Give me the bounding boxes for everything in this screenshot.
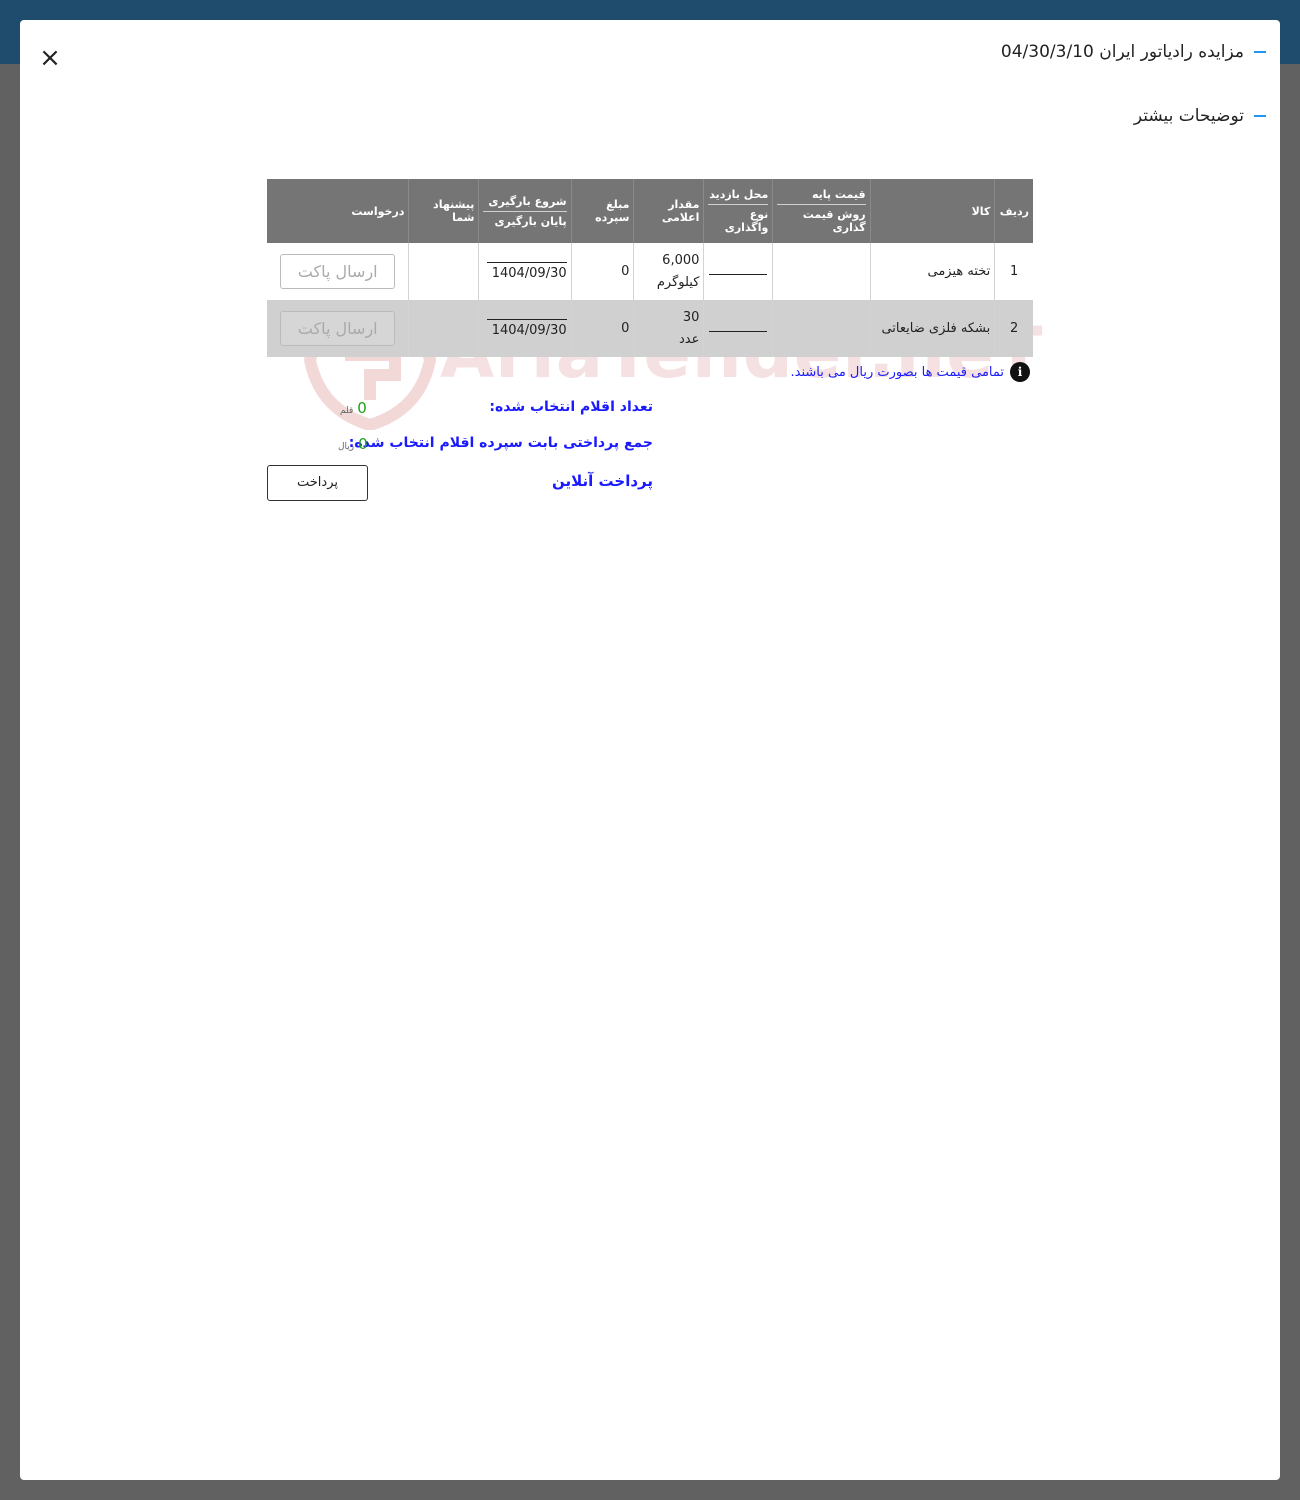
- row-item: بشکه فلزی ضایعاتی: [869, 300, 995, 357]
- total-deposit: 0 ریال: [338, 435, 368, 453]
- total-deposit-label: جمع پرداختی بابت سپرده اقلام انتخاب شده:: [348, 435, 653, 451]
- col-announced-qty: مقدار اعلامی: [633, 179, 704, 243]
- row-loading: 1404/09/30: [478, 300, 572, 357]
- table-header-row: ردیف کالا قیمت پایه روش قیمت گذاری محل ب…: [267, 179, 1033, 243]
- row-no: 2: [994, 300, 1033, 357]
- selected-count-value: 0: [357, 399, 367, 417]
- loading-start-line: [486, 319, 567, 320]
- row-visit-place: [703, 300, 773, 357]
- dash-icon: [1254, 51, 1266, 53]
- modal-title: مزایده رادیاتور ایران 04/30/3/10: [1001, 42, 1266, 62]
- modal-title-text: مزایده رادیاتور ایران 04/30/3/10: [1000, 42, 1244, 62]
- row-qty-value: 30: [682, 309, 700, 325]
- currency-note: i تمامی قیمت ها بصورت ریال می باشند.: [790, 362, 1030, 382]
- row-base-price: [772, 300, 871, 357]
- row-qty: 30 عدد: [633, 300, 704, 357]
- row-loading-end: 1404/09/30: [491, 323, 567, 338]
- row-qty-unit: کیلوگرم: [656, 274, 700, 290]
- col-base-price-label: قیمت پایه: [777, 188, 866, 205]
- items-table: ردیف کالا قیمت پایه روش قیمت گذاری محل ب…: [267, 179, 1033, 357]
- col-row-no: ردیف: [994, 179, 1033, 243]
- online-payment-label: پرداخت آنلاین: [551, 472, 653, 490]
- col-base-price: قیمت پایه روش قیمت گذاری: [772, 179, 871, 243]
- col-assignment-type-label: نوع واگذاری: [724, 208, 769, 234]
- col-item: کالا: [869, 179, 995, 243]
- send-envelope-button[interactable]: ارسال پاکت: [280, 311, 396, 346]
- table-row: 2 بشکه فلزی ضایعاتی 30 عدد 0 1404/09/30 …: [267, 300, 1033, 357]
- currency-note-text: تمامی قیمت ها بصورت ریال می باشند.: [790, 364, 1005, 380]
- more-details-label: توضیحات بیشتر: [1133, 106, 1244, 126]
- selected-count-unit: قلم: [340, 406, 354, 416]
- row-your-offer: [408, 300, 479, 357]
- total-deposit-unit: ریال: [338, 442, 355, 452]
- row-no: 1: [994, 243, 1033, 300]
- pay-button[interactable]: پرداخت: [267, 465, 368, 501]
- col-loading-start-label: شروع بارگیری: [483, 195, 567, 212]
- row-item: تخته هیزمی: [869, 243, 995, 300]
- col-loading-end-label: پایان بارگیری: [494, 214, 567, 228]
- info-icon: i: [1010, 362, 1030, 382]
- col-pricing-method-label: روش قیمت گذاری: [802, 208, 866, 234]
- row-your-offer: [408, 243, 479, 300]
- loading-start-line: [486, 262, 567, 263]
- dash-icon: [1254, 115, 1266, 117]
- row-visit-place: [703, 243, 773, 300]
- row-request: ارسال پاکت: [267, 300, 409, 357]
- row-qty-unit: عدد: [679, 331, 700, 347]
- empty-line: [709, 274, 768, 275]
- row-base-price: [772, 243, 871, 300]
- row-deposit: 0: [570, 300, 634, 357]
- row-qty: 6,000 کیلوگرم: [633, 243, 704, 300]
- more-details-toggle[interactable]: توضیحات بیشتر: [1134, 106, 1266, 126]
- row-qty-value: 6,000: [662, 252, 700, 268]
- selected-count: 0 قلم: [340, 399, 367, 417]
- col-your-offer: پیشنهاد شما: [408, 179, 479, 243]
- col-deposit: مبلغ سپرده: [570, 179, 634, 243]
- row-loading-end: 1404/09/30: [491, 266, 567, 281]
- auction-details-modal: × مزایده رادیاتور ایران 04/30/3/10 توضیح…: [20, 20, 1280, 1480]
- col-visit-place-label: محل بازدید: [708, 188, 769, 205]
- close-icon[interactable]: ×: [38, 45, 62, 71]
- table-row: 1 تخته هیزمی 6,000 کیلوگرم 0 1404/09/30 …: [267, 243, 1033, 300]
- empty-line: [709, 331, 768, 332]
- col-visit-place: محل بازدید نوع واگذاری: [703, 179, 773, 243]
- row-loading: 1404/09/30: [478, 243, 572, 300]
- selected-count-label: تعداد اقلام انتخاب شده:: [489, 399, 653, 415]
- send-envelope-button[interactable]: ارسال پاکت: [280, 254, 396, 289]
- col-loading: شروع بارگیری پایان بارگیری: [478, 179, 572, 243]
- row-deposit: 0: [570, 243, 634, 300]
- col-request: درخواست: [267, 179, 409, 243]
- row-request: ارسال پاکت: [267, 243, 409, 300]
- total-deposit-value: 0: [358, 435, 368, 453]
